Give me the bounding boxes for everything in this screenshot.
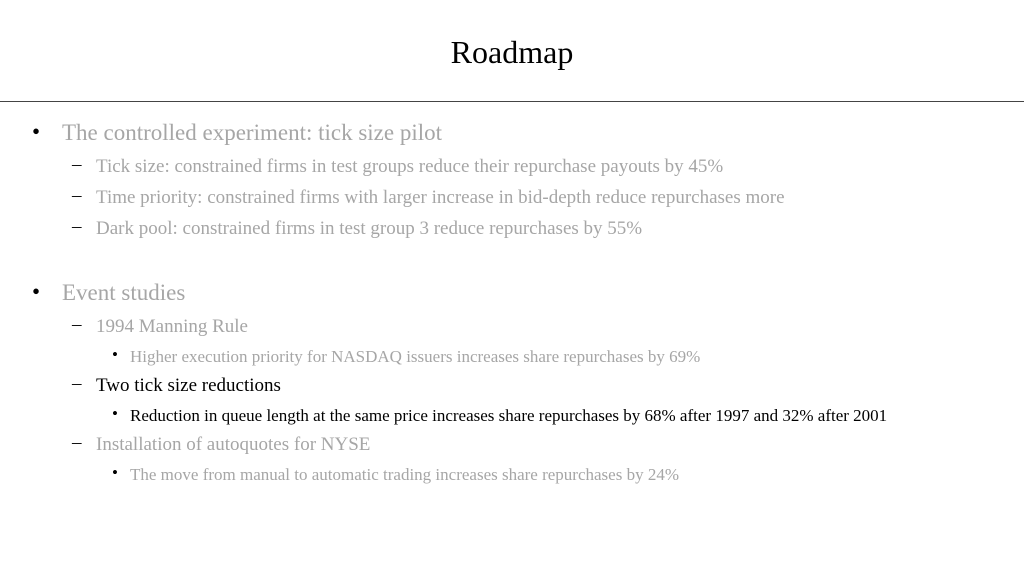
bullet-text: Reduction in queue length at the same pr… <box>130 406 888 425</box>
dash-icon: – <box>72 216 82 237</box>
bullet-item-level2: – Installation of autoquotes for NYSE <box>72 432 371 456</box>
bullet-item-level2-active: – Two tick size reductions <box>72 373 281 397</box>
bullet-text: Two tick size reductions <box>96 375 281 396</box>
dash-icon: – <box>72 185 82 206</box>
bullet-text: Higher execution priority for NASDAQ iss… <box>130 347 701 366</box>
dash-icon: – <box>72 373 82 394</box>
bullet-text: Time priority: constrained firms with la… <box>96 187 785 208</box>
bullet-item-level2: – Tick size: constrained firms in test g… <box>72 154 724 178</box>
bullet-text: Event studies <box>62 280 186 305</box>
bullet-dot-icon: • <box>32 279 41 304</box>
dash-icon: – <box>72 314 82 335</box>
bullet-item-level3: • Higher execution priority for NASDAQ i… <box>112 345 701 367</box>
bullet-text: The controlled experiment: tick size pil… <box>62 120 443 145</box>
bullet-item-level2: – Dark pool: constrained firms in test g… <box>72 216 643 240</box>
bullet-item-level3: • The move from manual to automatic trad… <box>112 463 679 485</box>
title-divider <box>0 101 1024 102</box>
bullet-text: Tick size: constrained firms in test gro… <box>96 156 724 177</box>
bullet-dot-icon: • <box>112 404 118 423</box>
bullet-dot-icon: • <box>112 345 118 364</box>
dash-icon: – <box>72 432 82 453</box>
bullet-item-level2: – 1994 Manning Rule <box>72 314 248 338</box>
bullet-dot-icon: • <box>32 119 41 144</box>
bullet-text: Dark pool: constrained firms in test gro… <box>96 218 643 239</box>
bullet-item-level2: – Time priority: constrained firms with … <box>72 185 785 209</box>
bullet-text: 1994 Manning Rule <box>96 316 248 337</box>
slide-title: Roadmap <box>450 34 574 70</box>
dash-icon: – <box>72 154 82 175</box>
bullet-item-level1: • The controlled experiment: tick size p… <box>32 119 443 146</box>
bullet-item-level3-active: • Reduction in queue length at the same … <box>112 404 888 426</box>
bullet-item-level1: • Event studies <box>32 279 186 306</box>
bullet-dot-icon: • <box>112 463 118 482</box>
bullet-text: Installation of autoquotes for NYSE <box>96 434 371 455</box>
bullet-text: The move from manual to automatic tradin… <box>130 465 679 484</box>
